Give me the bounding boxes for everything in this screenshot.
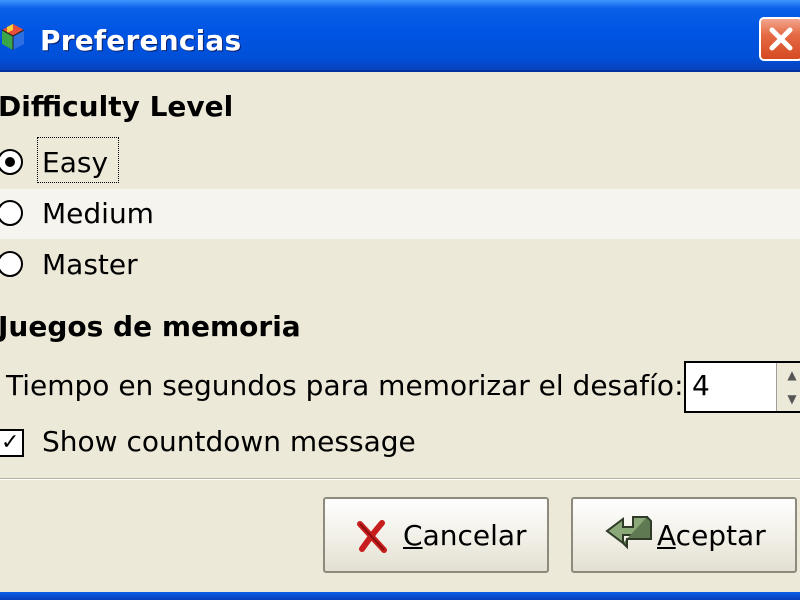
radio-button[interactable] [0,251,23,277]
accept-mnemonic: A [657,519,676,552]
countdown-checkbox[interactable]: ✓ [0,429,24,457]
checkmark-icon: ✓ [1,430,20,455]
spin-value[interactable]: 4 [692,369,710,402]
radio-easy[interactable]: Easy [0,137,800,188]
enter-arrow-icon [603,513,655,561]
spin-buttons[interactable]: ▲ ▼ [776,363,800,411]
radio-label-medium[interactable]: Medium [42,197,154,230]
memory-header: Juegos de memoria [0,310,301,343]
memorize-time-spinbutton[interactable]: 4 ▲ ▼ [684,361,800,413]
cancel-button[interactable]: Cancelar [323,497,549,573]
title-bar[interactable]: Preferencias [0,0,800,72]
countdown-label[interactable]: Show countdown message [42,425,416,458]
accept-button[interactable]: Aceptar [571,497,797,573]
spin-up-icon[interactable]: ▲ [777,363,800,387]
radio-button[interactable] [0,200,23,226]
spin-down-icon[interactable]: ▼ [777,387,800,411]
accept-label: Aceptar [657,519,766,552]
cancel-mnemonic: C [403,519,423,552]
radio-selected-dot [5,157,15,167]
separator [0,478,800,480]
accept-label-rest: ceptar [675,519,766,552]
radio-master[interactable]: Master [0,240,800,290]
radio-button[interactable] [0,149,23,175]
close-icon [761,27,800,63]
radio-medium[interactable]: Medium [0,189,800,239]
red-x-icon [355,519,389,559]
cancel-label-rest: ancelar [422,519,527,552]
radio-label-easy[interactable]: Easy [42,146,108,179]
preferences-dialog: Preferencias Difficulty Level Easy Mediu… [0,0,800,600]
window-title: Preferencias [40,24,242,57]
cancel-label: Cancelar [403,519,527,552]
app-cube-icon [0,22,26,52]
difficulty-header: Difficulty Level [0,90,234,123]
radio-label-master[interactable]: Master [42,248,138,281]
memorize-time-label: Tiempo en segundos para memorizar el des… [6,369,684,402]
window-bottom-border [0,592,800,600]
close-button[interactable] [759,17,800,61]
